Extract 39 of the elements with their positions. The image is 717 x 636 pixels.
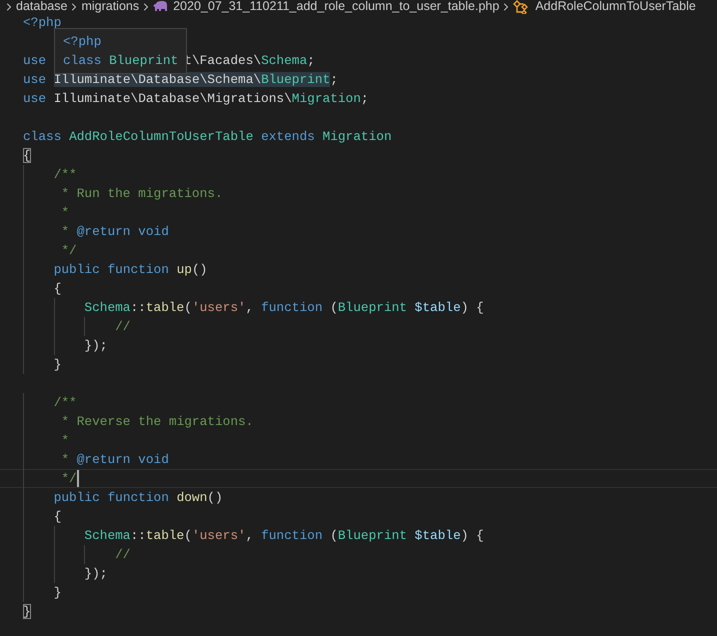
code-line: { xyxy=(54,280,62,298)
code-line: */ xyxy=(61,470,77,488)
code-line: * xyxy=(61,204,70,222)
text-cursor xyxy=(76,470,79,487)
code-line: use Illuminate\Database\Migrations\Migration; xyxy=(23,90,369,108)
code-line: * @return void xyxy=(61,451,169,469)
code-line: */ xyxy=(61,242,77,260)
code-line: /** xyxy=(54,166,77,184)
breadcrumb-item[interactable]: 2020_07_31_110211_add_role_column_to_user_table.php xyxy=(173,0,500,13)
code-line: * xyxy=(61,432,70,450)
code-line: * Run the migrations. xyxy=(61,185,223,203)
code-line: // xyxy=(115,318,130,336)
code-line: t\Facades\Schema; xyxy=(184,52,315,70)
code-line: { xyxy=(54,508,62,526)
code-line: }); xyxy=(84,337,108,355)
code-line: class AddRoleColumnToUserTable extends Migration xyxy=(23,128,392,146)
tooltip-line: class Blueprint xyxy=(63,52,178,70)
code-line: use xyxy=(23,52,48,70)
breadcrumb-item[interactable]: AddRoleColumnToUserTable xyxy=(535,0,696,13)
elephant-icon xyxy=(153,0,170,12)
code-line: use Illuminate\Database\Schema\Blueprint; xyxy=(23,71,338,89)
code-line: Schema::table('users', function (Blueprint $table) { xyxy=(84,299,484,317)
code-line: // xyxy=(115,546,130,564)
code-line: } xyxy=(54,356,62,374)
code-line: }); xyxy=(84,565,108,583)
code-line: Schema::table('users', function (Blueprint $table) { xyxy=(84,527,484,545)
class-icon xyxy=(513,0,530,14)
code-line: * Reverse the migrations. xyxy=(61,413,254,431)
code-line: public function down() xyxy=(54,489,223,507)
code-line: /** xyxy=(54,394,77,412)
code-line: <?php xyxy=(23,14,62,32)
breadcrumb-item[interactable]: migrations xyxy=(81,0,140,13)
code-line: public function up() xyxy=(54,261,208,279)
code-line: } xyxy=(23,603,31,621)
code-line: { xyxy=(23,147,31,165)
tooltip-line: <?php xyxy=(63,33,102,51)
breadcrumb-item[interactable]: database xyxy=(16,0,68,13)
code-line: * @return void xyxy=(61,223,169,241)
code-line: } xyxy=(54,584,62,602)
